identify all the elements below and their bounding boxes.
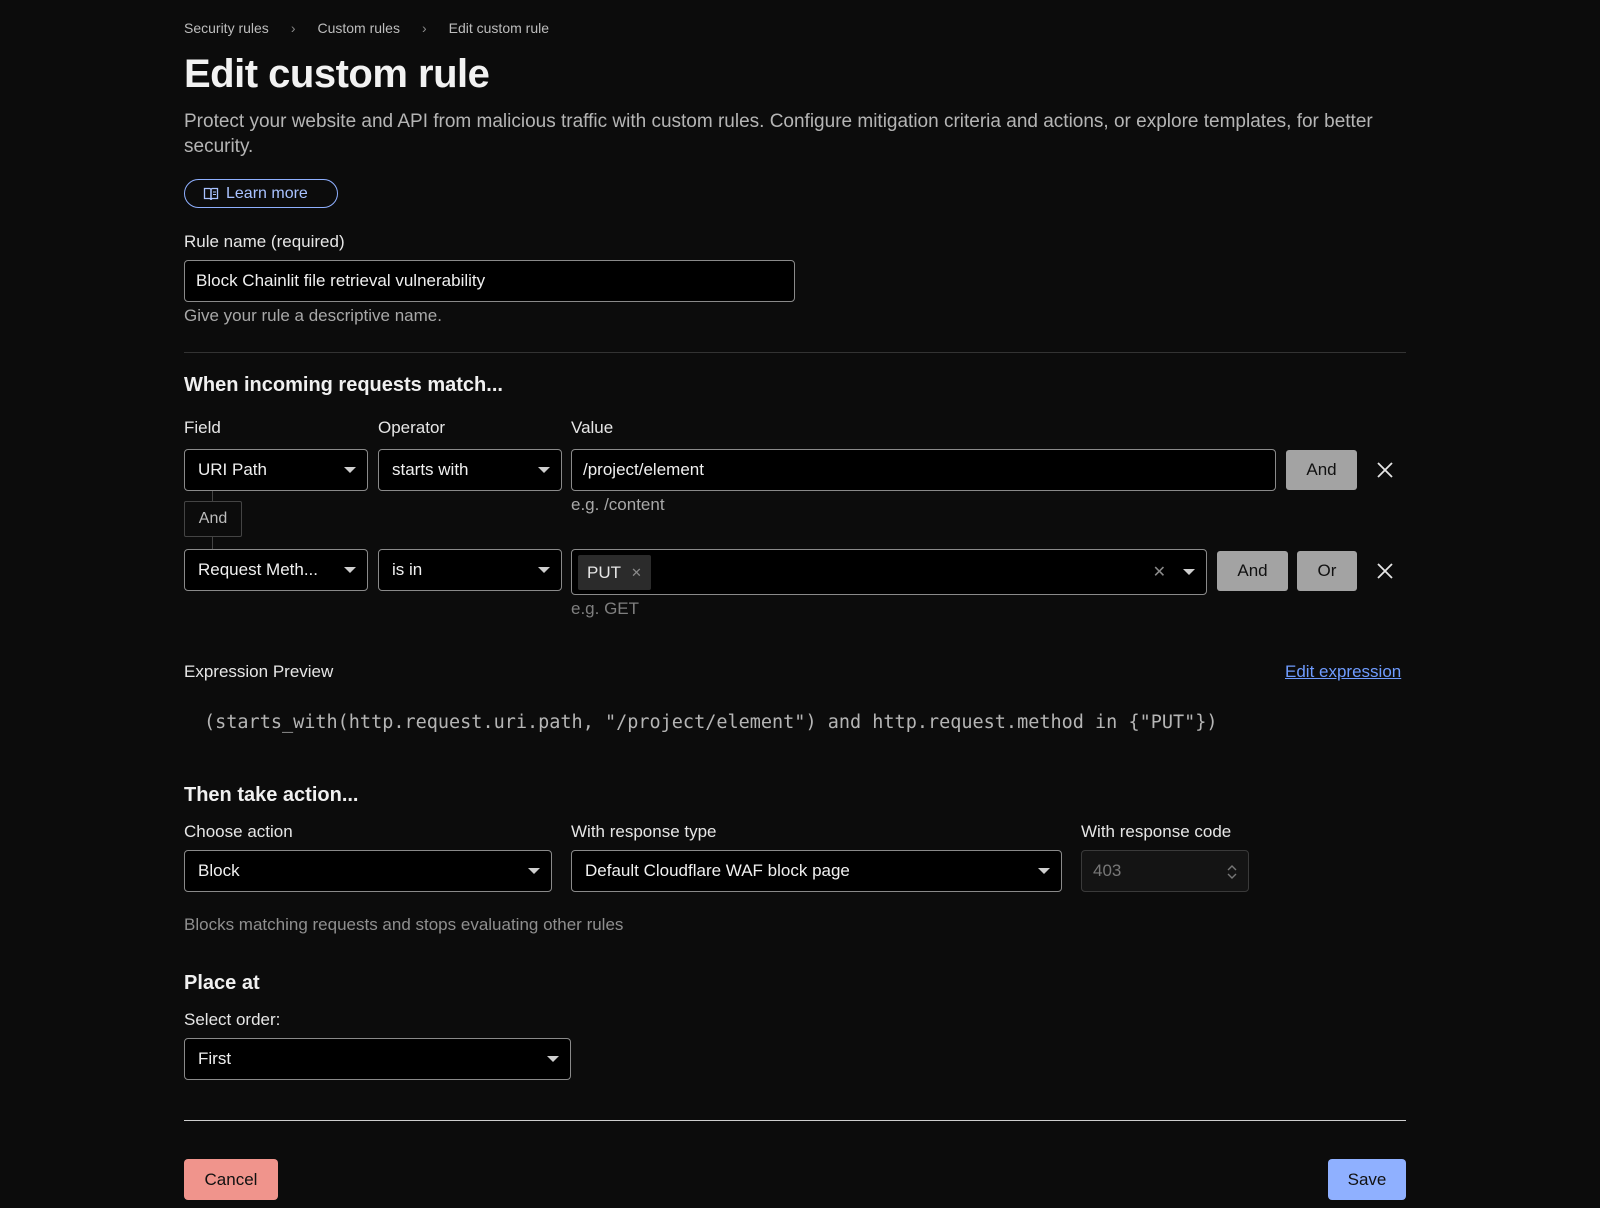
response-type-select[interactable]: Default Cloudflare WAF block page [571,850,1062,892]
choose-action-label: Choose action [184,822,293,841]
operator-column-label: Operator [378,418,446,437]
breadcrumb-security-rules[interactable]: Security rules [184,20,269,36]
response-code-input: 403 [1081,850,1249,892]
close-icon [1377,462,1393,478]
chevron-down-icon [1038,868,1050,874]
choose-action-select[interactable]: Block [184,850,552,892]
rule-name-input[interactable]: Block Chainlit file retrieval vulnerabil… [184,260,795,302]
breadcrumb-separator-icon: › [421,20,427,36]
footer-divider [184,1120,1406,1121]
and-button-row-2[interactable]: And [1217,551,1288,591]
chevron-down-icon [538,567,550,573]
and-button-row-1[interactable]: And [1286,450,1357,490]
close-icon [1377,563,1393,579]
field-select-uri-path[interactable]: URI Path [184,449,368,491]
expression-preview-label: Expression Preview [184,662,334,681]
value-example: e.g. GET [571,599,640,618]
breadcrumb-custom-rules[interactable]: Custom rules [317,20,399,36]
rule-name-help: Give your rule a descriptive name. [184,306,442,325]
learn-more-label: Learn more [226,184,308,202]
remove-row-2-button[interactable] [1376,562,1394,585]
page: Security rules › Custom rules › Edit cus… [0,0,1600,1208]
remove-tag-icon[interactable]: ✕ [631,565,642,581]
chevron-down-icon[interactable] [1183,569,1195,575]
value-example: e.g. /content [571,495,665,514]
action-heading: Then take action... [184,784,359,806]
choose-action-value: Block [198,861,240,880]
connector-line [212,537,213,549]
breadcrumb: Security rules › Custom rules › Edit cus… [184,20,549,36]
place-heading: Place at [184,972,260,994]
divider [184,352,1406,353]
rule-name-label: Rule name (required) [184,232,345,251]
chevron-down-icon [538,467,550,473]
connector-line [212,491,213,501]
field-select-value: URI Path [198,460,267,479]
response-type-value: Default Cloudflare WAF block page [585,861,850,880]
value-input-uri-path[interactable]: /project/element [571,449,1276,491]
breadcrumb-separator-icon: › [290,20,296,36]
response-code-label: With response code [1081,822,1232,841]
order-select-value: First [198,1049,232,1068]
stepper-icon [1227,865,1237,879]
field-select-request-method[interactable]: Request Meth... [184,549,368,591]
method-multiselect[interactable]: ✕ [571,549,1207,595]
match-heading: When incoming requests match... [184,374,503,396]
value-input-value: /project/element [583,460,704,479]
operator-select-value: is in [392,560,423,579]
and-connector-label: And [184,501,242,537]
response-type-label: With response type [571,822,717,841]
value-column-label: Value [571,418,614,437]
edit-expression-link[interactable]: Edit expression [1285,662,1401,682]
chevron-down-icon [528,868,540,874]
method-tag-label: PUT [587,562,621,582]
page-description: Protect your website and API from malici… [184,111,1373,157]
field-column-label: Field [184,418,221,437]
method-tag-put: PUT ✕ [578,555,651,590]
field-select-value: Request Meth... [198,560,319,579]
operator-select-starts-with[interactable]: starts with [378,449,562,491]
save-button[interactable]: Save [1328,1159,1406,1200]
cancel-button[interactable]: Cancel [184,1159,278,1200]
chevron-down-icon [344,567,356,573]
order-select[interactable]: First [184,1038,571,1080]
breadcrumb-current: Edit custom rule [448,20,549,36]
action-help: Blocks matching requests and stops evalu… [184,915,624,934]
page-title: Edit custom rule [184,52,490,96]
clear-all-icon[interactable]: ✕ [1153,562,1166,582]
operator-select-value: starts with [392,460,469,479]
learn-more-button[interactable]: Learn more [184,179,338,208]
remove-row-1-button[interactable] [1376,461,1394,484]
select-order-label: Select order: [184,1010,281,1029]
chevron-down-icon [547,1056,559,1062]
expression-code: (starts_with(http.request.uri.path, "/pr… [204,712,1218,733]
operator-select-is-in[interactable]: is in [378,549,562,591]
book-icon [203,187,219,200]
response-code-placeholder: 403 [1093,861,1122,880]
chevron-down-icon [344,467,356,473]
rule-name-value: Block Chainlit file retrieval vulnerabil… [196,271,486,290]
or-button-row-2[interactable]: Or [1297,551,1357,591]
